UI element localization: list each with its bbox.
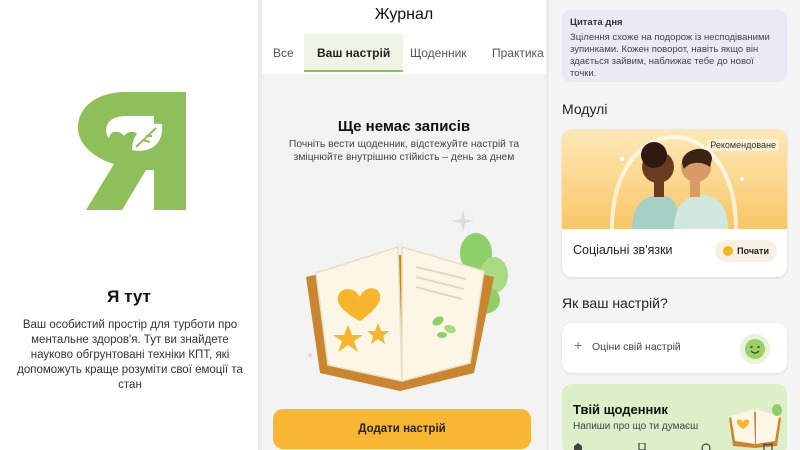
- splash-description: Ваш особистий простір для турботи про ме…: [17, 319, 243, 391]
- rate-mood-label: Оціни свій настрій: [592, 341, 681, 353]
- bottom-navigation: [549, 440, 800, 450]
- module-card-social[interactable]: Рекомендоване Соціальні зв'язки Почати: [562, 129, 787, 277]
- empty-state-title: Ще немає записів: [337, 118, 471, 135]
- tab-practice[interactable]: Практика: [492, 34, 544, 72]
- journal-screen: Журнал Все Ваш настрій Щоденник Практика…: [262, 0, 546, 450]
- plus-icon: +: [574, 337, 583, 353]
- tab-all[interactable]: Все: [273, 34, 294, 72]
- modules-section-title: Модулі: [562, 101, 608, 117]
- home-screen: Цитата дня Зцілення схоже на подорож із …: [549, 0, 800, 450]
- app-logo: [78, 92, 186, 210]
- open-book-illustration: [306, 210, 508, 391]
- library-nav-icon[interactable]: [763, 443, 773, 450]
- quote-of-the-day-card: Цитата дня Зцілення схоже на подорож із …: [562, 10, 787, 82]
- mood-nav-icon[interactable]: [701, 443, 711, 450]
- mood-section-title: Як ваш настрій?: [562, 295, 668, 311]
- tab-diary[interactable]: Щоденник: [410, 34, 467, 72]
- diary-title: Твій щоденник: [573, 402, 668, 417]
- rate-mood-card[interactable]: + Оціни свій настрій: [562, 323, 787, 373]
- journal-header: Журнал Все Ваш настрій Щоденник Практика: [262, 0, 546, 74]
- splash-screen: Я тут Ваш особистий простір для турботи …: [0, 0, 258, 450]
- start-module-button[interactable]: Почати: [715, 240, 777, 262]
- add-mood-button[interactable]: Додати настрій: [273, 409, 531, 449]
- home-nav-icon[interactable]: [573, 443, 583, 450]
- journal-nav-icon[interactable]: [637, 443, 647, 450]
- module-title: Соціальні зв'язки: [573, 243, 673, 257]
- page-title: Журнал: [374, 6, 434, 23]
- diary-subtitle: Напиши про що ти думаєш: [573, 421, 699, 432]
- start-icon: [723, 246, 734, 256]
- empty-state-text: Почніть вести щоденник, відстежуйте наст…: [288, 139, 520, 163]
- quote-text: Зцілення схоже на подорож із несподівани…: [570, 32, 770, 79]
- recommended-badge: Рекомендоване: [707, 139, 779, 151]
- splash-title: Я тут: [107, 287, 151, 306]
- start-button-label: Почати: [737, 246, 769, 256]
- smiley-face-icon: [740, 334, 770, 364]
- tab-mood[interactable]: Ваш настрій: [304, 34, 404, 72]
- journal-tabs: Все Ваш настрій Щоденник Практика: [262, 34, 546, 72]
- quote-title: Цитата дня: [570, 17, 623, 28]
